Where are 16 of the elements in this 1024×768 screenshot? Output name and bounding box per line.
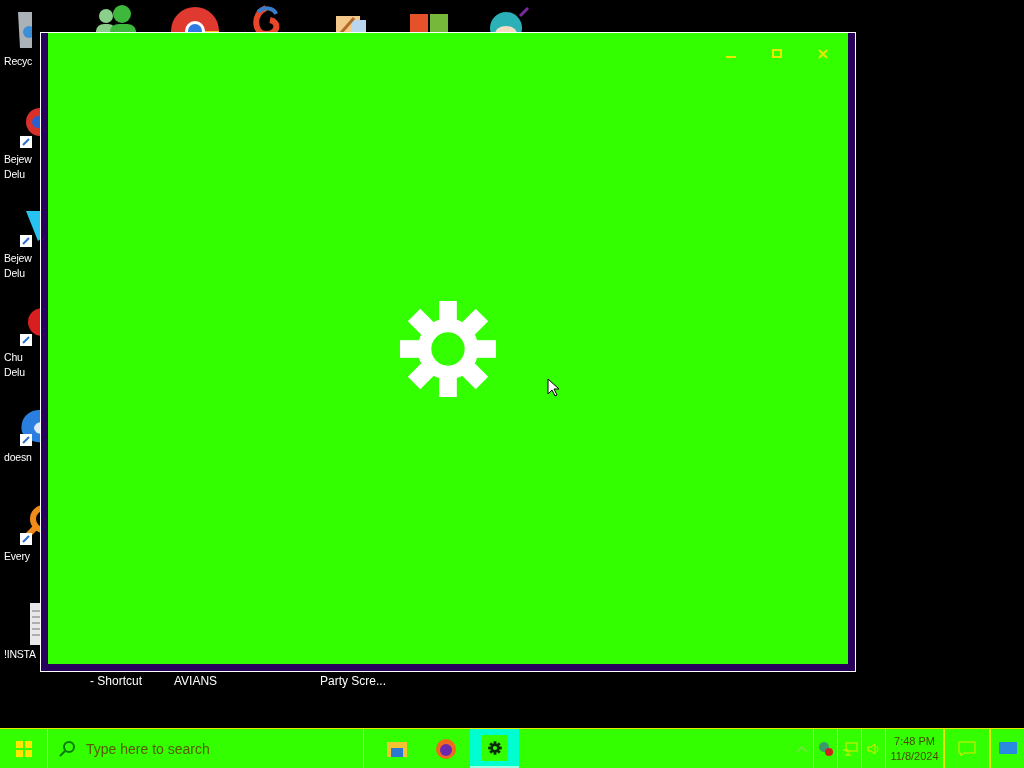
icon-label: Every: [3, 549, 30, 564]
search-input[interactable]: Type here to search: [84, 739, 358, 758]
clock-button[interactable]: 7:48 PM 11/8/2024: [886, 729, 944, 768]
icon-label: Bejew: [3, 251, 32, 266]
icon-label: Recyc: [3, 54, 33, 69]
search-field[interactable]: Type here to search: [48, 729, 364, 768]
icon-label: Delu: [3, 266, 25, 281]
icon-label: Bejew: [3, 152, 32, 167]
icon-label: !INSTA: [3, 647, 36, 662]
icon-label: Delu: [3, 365, 25, 380]
icon-label: AVIANS: [174, 674, 218, 688]
icon-label: Party Scre...: [320, 674, 387, 688]
icon-label: doesn: [3, 450, 32, 465]
icon-label: - Shortcut: [90, 674, 143, 688]
icon-label: Delu: [3, 167, 25, 182]
icon-label: Chu: [3, 350, 23, 365]
